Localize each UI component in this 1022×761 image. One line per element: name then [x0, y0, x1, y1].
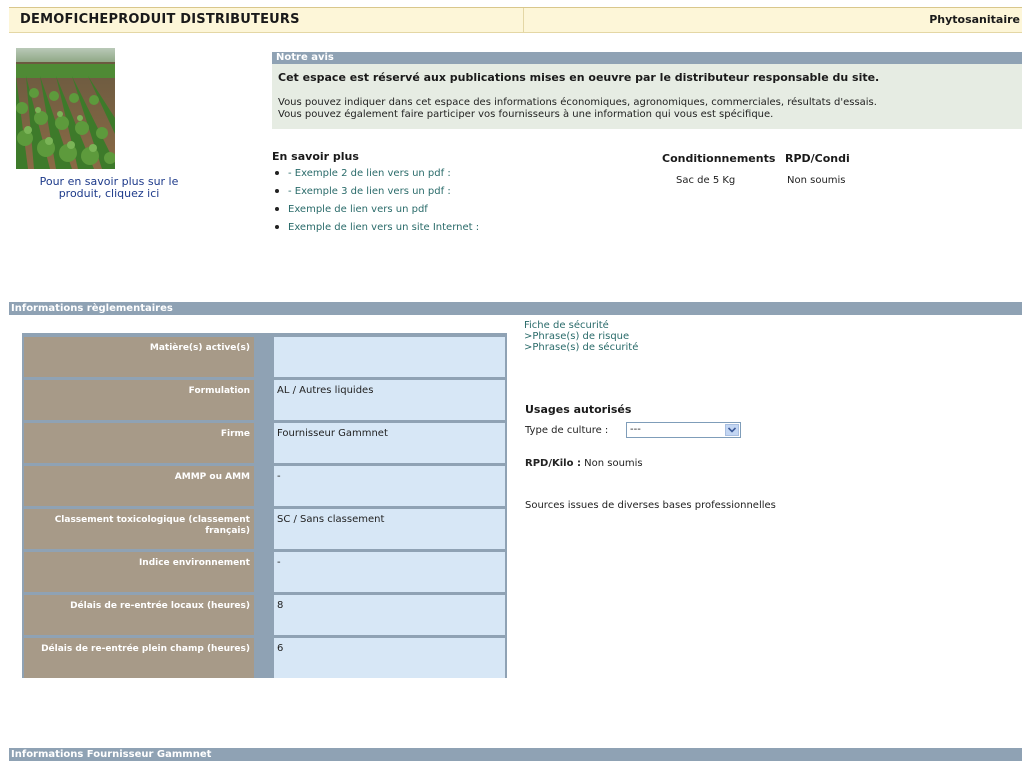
list-item: Exemple de lien vers un site Internet :: [272, 221, 479, 239]
avis-line-1: Vous pouvez indiquer dans cet espace des…: [278, 97, 877, 108]
page-title: DEMOFICHEPRODUIT DISTRIBUTEURS: [20, 12, 300, 27]
rpd-condi-value: Non soumis: [787, 175, 846, 186]
category-label: Phytosanitaire: [929, 13, 1020, 26]
product-info-link[interactable]: Pour en savoir plus sur le produit, cliq…: [14, 176, 204, 200]
sources-text: Sources issues de diverses bases profess…: [525, 500, 776, 511]
row-value-cell: [274, 337, 505, 377]
avis-title: Notre avis: [276, 52, 334, 63]
list-item: Exemple de lien vers un pdf: [272, 203, 479, 221]
list-item: - Exemple 2 de lien vers un pdf :: [272, 167, 479, 185]
page-header: DEMOFICHEPRODUIT DISTRIBUTEURS Phytosani…: [9, 7, 1022, 33]
row-label-cell: Firme: [24, 423, 254, 463]
row-value-cell: 6: [274, 638, 505, 678]
table-row: Délais de re-entrée plein champ (heures)…: [24, 638, 505, 678]
bullet-icon: [275, 206, 279, 211]
culture-label: Type de culture :: [525, 425, 609, 436]
table-row: Formulation AL / Autres liquides: [24, 380, 505, 420]
row-value: 6: [277, 643, 284, 654]
safety-links: Fiche de sécurité >Phrase(s) de risque >…: [524, 320, 638, 353]
row-label: Délais de re-entrée plein champ (heures): [41, 644, 250, 654]
row-label: Matière(s) active(s): [149, 343, 250, 353]
row-value-cell: SC / Sans classement: [274, 509, 505, 549]
table-row: Classement toxicologique (classement fra…: [24, 509, 505, 549]
usages-title: Usages autorisés: [525, 403, 632, 416]
table-row: Indice environnement -: [24, 552, 505, 592]
en-savoir-plus-title: En savoir plus: [272, 150, 359, 163]
reg-section-bar: Informations règlementaires: [9, 302, 1022, 315]
bullet-icon: [275, 170, 279, 175]
product-info-link-line2[interactable]: produit, cliquez ici: [14, 188, 204, 200]
pdf-link-2[interactable]: - Exemple 2 de lien vers un pdf :: [288, 168, 451, 179]
chevron-down-icon[interactable]: [725, 424, 739, 436]
bullet-icon: [275, 188, 279, 193]
row-value: -: [277, 471, 281, 482]
rpd-kilo: RPD/Kilo : Non soumis: [525, 458, 643, 469]
table-row: Firme Fournisseur Gammnet: [24, 423, 505, 463]
reg-table: Matière(s) active(s) Formulation AL / Au…: [22, 333, 507, 678]
fournisseur-section-title: Informations Fournisseur Gammnet: [11, 749, 212, 760]
row-label: Formulation: [188, 386, 250, 396]
row-label: Indice environnement: [138, 558, 250, 568]
row-label-cell: Indice environnement: [24, 552, 254, 592]
row-label: Délais de re-entrée locaux (heures): [70, 601, 250, 611]
reg-section-title: Informations règlementaires: [11, 303, 173, 314]
fiche-securite-link[interactable]: Fiche de sécurité: [524, 320, 638, 331]
conditionnement-value: Sac de 5 Kg: [676, 175, 736, 186]
row-value-cell: AL / Autres liquides: [274, 380, 505, 420]
row-label-cell: Classement toxicologique (classement fra…: [24, 509, 254, 549]
row-value: AL / Autres liquides: [277, 385, 374, 396]
website-link[interactable]: Exemple de lien vers un site Internet :: [288, 222, 479, 233]
header-divider: [523, 8, 524, 32]
row-value: -: [277, 557, 281, 568]
bullet-icon: [275, 224, 279, 229]
row-label: Classement toxicologique (classement fra…: [54, 515, 250, 536]
table-row: AMMP ou AMM -: [24, 466, 505, 506]
row-label-cell: Matière(s) active(s): [24, 337, 254, 377]
row-label: AMMP ou AMM: [174, 472, 250, 482]
rpd-kilo-label: RPD/Kilo :: [525, 458, 581, 469]
row-label-cell: Délais de re-entrée plein champ (heures): [24, 638, 254, 678]
row-value: SC / Sans classement: [277, 514, 385, 525]
row-value-cell: Fournisseur Gammnet: [274, 423, 505, 463]
phrases-risque-link[interactable]: >Phrase(s) de risque: [524, 331, 638, 342]
rpd-kilo-value: Non soumis: [584, 458, 643, 469]
avis-bold-text: Cet espace est réservé aux publications …: [278, 71, 880, 84]
phrases-securite-link[interactable]: >Phrase(s) de sécurité: [524, 342, 638, 353]
row-label-cell: Délais de re-entrée locaux (heures): [24, 595, 254, 635]
row-value-cell: -: [274, 466, 505, 506]
product-photo[interactable]: [16, 48, 115, 169]
row-value-cell: -: [274, 552, 505, 592]
culture-select[interactable]: ---: [626, 422, 741, 438]
table-row: Délais de re-entrée locaux (heures) 8: [24, 595, 505, 635]
pdf-link[interactable]: Exemple de lien vers un pdf: [288, 204, 428, 215]
row-value-cell: 8: [274, 595, 505, 635]
row-value: 8: [277, 600, 284, 611]
row-label-cell: AMMP ou AMM: [24, 466, 254, 506]
conditionnements-header: Conditionnements: [662, 152, 776, 165]
fournisseur-section-bar: Informations Fournisseur Gammnet: [9, 748, 1022, 761]
row-label-cell: Formulation: [24, 380, 254, 420]
row-value: Fournisseur Gammnet: [277, 428, 388, 439]
avis-panel: Cet espace est réservé aux publications …: [272, 64, 1022, 129]
avis-line-2: Vous pouvez également faire participer v…: [278, 109, 774, 120]
pdf-link-3[interactable]: - Exemple 3 de lien vers un pdf :: [288, 186, 451, 197]
avis-header: Notre avis: [272, 52, 1022, 64]
table-row: Matière(s) active(s): [24, 337, 505, 377]
en-savoir-plus-list: - Exemple 2 de lien vers un pdf : - Exem…: [272, 167, 479, 239]
culture-selected-value: ---: [630, 424, 641, 435]
list-item: - Exemple 3 de lien vers un pdf :: [272, 185, 479, 203]
row-label: Firme: [220, 429, 250, 439]
rpd-condi-header: RPD/Condi: [785, 152, 850, 165]
